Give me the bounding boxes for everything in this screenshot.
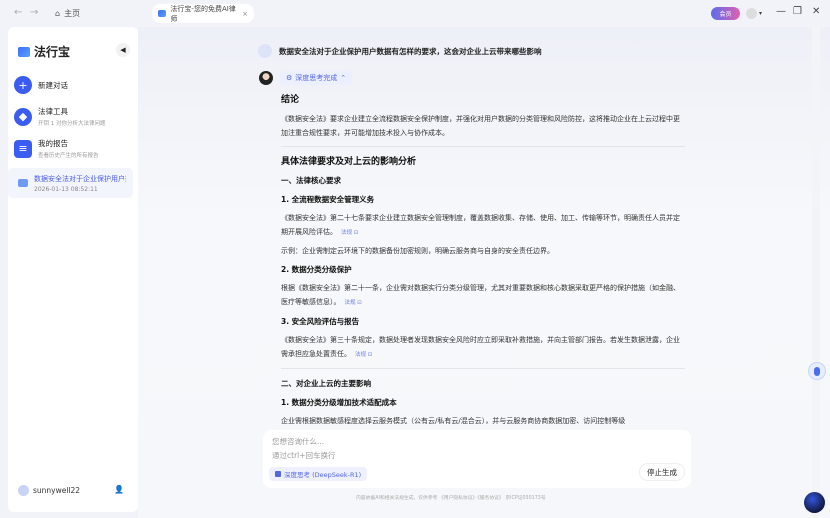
- input-hint: 通过ctrl+回车换行: [272, 451, 336, 460]
- forward-button[interactable]: →: [30, 7, 38, 18]
- assistant-icon: [814, 366, 820, 376]
- heading: 1. 数据分类分级增加技术适配成本: [281, 398, 397, 407]
- paragraph: 《数据安全法》第二十七条要求企业建立数据安全管理制度，覆盖数据收集、存储、使用、…: [281, 211, 685, 240]
- deep-mode-label: 深度思考 (DeepSeek-R1): [284, 471, 362, 479]
- heading: 二、对企业上云的主要影响: [281, 379, 371, 388]
- cube-icon: ◆: [14, 107, 32, 126]
- divider: [281, 368, 685, 369]
- sidebar-item-legal-tools[interactable]: ◆ 法律工具开钥 1 对你分析大法律问题: [14, 103, 132, 130]
- paragraph: 《数据安全法》第三十条规定，数据处理者发现数据安全风险时应立即采取补救措施，并向…: [281, 333, 685, 362]
- brand-logo-icon: [18, 46, 30, 57]
- sidebar-item-new-chat[interactable]: + 新建对话: [14, 73, 132, 97]
- report-icon: ≡: [14, 139, 32, 158]
- heading: 1. 全流程数据安全管理义务: [281, 195, 375, 204]
- tab-title: 法行宝-您的免费AI律师: [170, 4, 236, 23]
- username: sunnywell22: [33, 486, 81, 495]
- input-placeholder[interactable]: 您想咨询什么...: [272, 436, 324, 447]
- sidebar-item-my-reports[interactable]: ≡ 我的报告查看历史产生的所有报告: [14, 135, 132, 162]
- plus-icon: +: [14, 76, 32, 94]
- sidebar-item-label: 我的报告: [38, 139, 68, 148]
- close-button[interactable]: ✕: [812, 6, 820, 17]
- deepseek-icon: [275, 471, 281, 477]
- chat-area: 数据安全法对于企业保护用户数据有怎样的要求，这会对企业上云带来哪些影响 ⚙ 深度思…: [138, 27, 830, 518]
- minimize-button[interactable]: —: [776, 6, 786, 17]
- paragraph-text: 根据《数据安全法》第二十一条，企业需对数据实行分类分级管理，尤其对重要数据和核心…: [281, 284, 680, 306]
- chat-input-box[interactable]: 您想咨询什么... 通过ctrl+回车换行 深度思考 (DeepSeek-R1)…: [263, 430, 691, 488]
- tab-close-icon[interactable]: ×: [242, 10, 248, 18]
- assistant-avatar: [259, 71, 273, 85]
- back-button[interactable]: ←: [14, 7, 22, 18]
- heading: 一、法律核心要求: [281, 176, 341, 185]
- paragraph: 企业需根据数据敏感程度选择云服务模式（公有云/私有云/混合云），并与云服务商协商…: [281, 417, 626, 424]
- paragraph: 《数据安全法》要求企业建立全流程数据安全保护制度，并强化对用户数据的分类管理和风…: [281, 115, 680, 137]
- user-question: 数据安全法对于企业保护用户数据有怎样的要求，这会对企业上云带来哪些影响: [258, 44, 542, 58]
- sidebar-item-sub: 查看历史产生的所有报告: [38, 153, 99, 159]
- user-profile[interactable]: sunnywell22: [18, 485, 80, 496]
- history-title: 数据安全法对于企业保护用户数据有怎样的要求，这会对企业上云带来哪些影响: [34, 174, 126, 183]
- user-settings-icon[interactable]: 👤: [114, 485, 124, 494]
- deep-think-toggle[interactable]: ⚙ 深度思考完成 ⌃: [280, 71, 353, 85]
- home-label: 主页: [64, 9, 81, 18]
- history-date: 2026-01-13 08:52:11: [34, 185, 98, 193]
- browser-tab[interactable]: 法行宝-您的免费AI律师 ×: [152, 4, 254, 23]
- account-avatar[interactable]: [746, 8, 757, 19]
- user-avatar: [18, 485, 29, 496]
- chevron-up-icon: ⌃: [340, 74, 347, 82]
- user-avatar: [258, 44, 272, 58]
- paragraph: 示例：企业需制定云环境下的数据备份加密规则，明确云服务商与自身的安全责任边界。: [281, 247, 554, 255]
- law-reference-link[interactable]: 法规 ⊡: [345, 300, 362, 306]
- chat-bubble-icon: [18, 179, 28, 187]
- heading: 3. 安全风险评估与报告: [281, 317, 360, 326]
- stop-generation-button[interactable]: 停止生成: [639, 463, 685, 481]
- home-icon: ⌂: [55, 9, 61, 18]
- heading: 2. 数据分类分级保护: [281, 265, 352, 274]
- ai-orb-button[interactable]: [804, 492, 825, 513]
- sidebar: 法行宝 ◀ + 新建对话 ◆ 法律工具开钥 1 对你分析大法律问题 ≡ 我的报告查看历…: [8, 27, 138, 512]
- restore-button[interactable]: ❐: [793, 6, 802, 17]
- sidebar-item-label: 新建对话: [38, 80, 68, 90]
- law-reference-link[interactable]: 法规 ⊡: [341, 230, 358, 236]
- question-text: 数据安全法对于企业保护用户数据有怎样的要求，这会对企业上云带来哪些影响: [279, 46, 542, 56]
- think-label: 深度思考完成: [295, 74, 338, 82]
- heading: 结论: [281, 95, 300, 105]
- account-dropdown-icon[interactable]: ▾: [759, 10, 762, 17]
- app-logo-icon: [158, 10, 167, 17]
- footer-disclaimer: 内容依据AI和相关法规生成，仅供参考 《用户隐私协议》《服务协议》 京ICP证0…: [356, 496, 546, 501]
- floating-assistant-button[interactable]: [808, 362, 826, 380]
- deep-think-mode-button[interactable]: 深度思考 (DeepSeek-R1): [269, 467, 368, 481]
- sidebar-item-label: 法律工具: [38, 107, 68, 116]
- paragraph-text: 《数据安全法》第三十条规定，数据处理者发现数据安全风险时应立即采取补救措施，并向…: [281, 336, 680, 358]
- vip-badge[interactable]: 会员: [711, 7, 740, 20]
- title-bar: ← → ⌂ 主页 法行宝-您的免费AI律师 × 会员 ▾ — ❐ ✕: [0, 0, 830, 27]
- collapse-sidebar-button[interactable]: ◀: [116, 43, 130, 57]
- answer-content: 结论 《数据安全法》要求企业建立全流程数据安全保护制度，并强化对用户数据的分类管…: [281, 91, 685, 424]
- brand: 法行宝: [18, 43, 70, 60]
- paragraph: 根据《数据安全法》第二十一条，企业需对数据实行分类分级管理，尤其对重要数据和核心…: [281, 281, 685, 310]
- law-reference-link[interactable]: 法规 ⊡: [355, 352, 372, 358]
- divider: [281, 146, 685, 147]
- brand-name: 法行宝: [34, 45, 71, 59]
- scrollbar[interactable]: [812, 27, 820, 518]
- history-item[interactable]: 数据安全法对于企业保护用户数据有怎样的要求，这会对企业上云带来哪些影响 2026-…: [8, 168, 133, 198]
- heading: 具体法律要求及对上云的影响分析: [281, 157, 417, 167]
- sidebar-item-sub: 开钥 1 对你分析大法律问题: [38, 121, 106, 127]
- brain-icon: ⚙: [286, 74, 293, 82]
- home-tab[interactable]: ⌂ 主页: [55, 8, 80, 19]
